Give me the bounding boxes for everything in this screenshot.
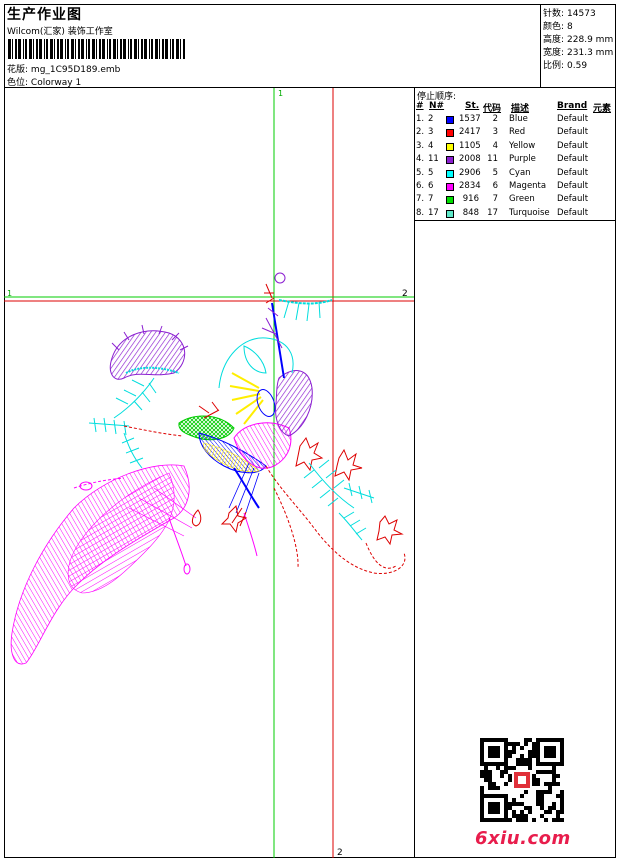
row-desc: Red [509,127,526,138]
design-file-line: 花版: mg_1C95D189.emb [7,62,120,75]
row-brand: Default [557,194,589,205]
row-index: 7. [416,194,425,205]
row-desc: Green [509,194,535,205]
colorway-line: 色位: Colorway 1 [7,75,81,88]
row-index: 8. [416,207,425,218]
row-brand: Default [557,181,589,191]
barcode [8,39,185,59]
design-file-name: mg_1C95D189.emb [30,65,121,75]
colorway-value: Colorway 1 [30,78,82,88]
color-swatch [446,156,454,165]
row-code: 17 [487,207,498,218]
col-header-stitches: St. [465,101,480,111]
guide-label-v1: 1 [278,89,283,98]
row-index: 5. [416,167,425,178]
row-desc: Turquoise [509,207,550,218]
col-header-desc: 描述 [511,104,530,114]
table-row: 5. 5 2906 5 Cyan Default [415,168,616,181]
table-row: 3. 4 1105 4 Yellow Default [415,141,616,154]
table-row: 4. 11 2008 11 Purple Default [415,154,616,167]
row-brand: Default [557,127,589,138]
col-header-element: 元素 [593,104,612,114]
stop-sequence-panel: 停止顺序: # N# St. 代码 描述 Brand 元素 1. 2 1537 2 Bl… [415,88,616,221]
row-code: 11 [487,154,498,165]
row-stitches: 848 [462,207,479,218]
row-brand: Default [557,207,589,218]
row-code: 7 [492,194,498,205]
color-swatch [446,169,454,178]
color-swatch [446,116,454,124]
row-needle: 4 [428,140,434,151]
page-title: 生产作业图 [7,7,82,23]
table-row: 1. 2 1537 2 Blue Default [415,114,616,127]
row-needle: 5 [428,167,434,178]
col-header-brand: Brand [557,101,588,111]
studio-subtitle: Wilcom(汇家) 装饰工作室 [7,27,113,37]
row-desc: Blue [509,114,528,124]
table-row: 6. 6 2834 6 Magenta Default [415,181,616,194]
row-stitches: 916 [462,194,479,205]
stat-scale: 比例: 0.59 [543,61,588,71]
color-swatch [446,142,454,151]
watermark-logo: 6xiu.com [475,828,571,849]
embroidery-design [10,272,406,665]
embroidery-preview[interactable]: 1 2 1 2 [4,88,415,858]
row-index: 6. [416,181,425,191]
stat-height: 高度: 228.9 mm [543,35,614,45]
row-needle: 11 [428,154,439,165]
row-desc: Yellow [509,140,536,151]
stat-colors: 颜色: 8 [543,22,573,32]
guide-label-h1: 1 [7,289,12,298]
row-brand: Default [557,154,589,165]
color-swatch [446,209,454,218]
colorway-label: 色位: [7,78,29,88]
qr-code [480,738,564,822]
row-index: 1. [416,114,425,124]
row-stitches: 2008 [459,154,481,165]
table-row: 7. 7 916 7 Green Default [415,194,616,207]
design-file-label: 花版: [7,65,29,75]
color-swatch [446,196,454,205]
row-brand: Default [557,114,589,124]
row-stitches: 2834 [459,181,481,191]
row-desc: Magenta [509,181,547,191]
table-row: 8. 17 848 17 Turquoise Default [415,208,616,221]
guide-lines: 1 2 1 2 [4,88,414,858]
row-code: 2 [492,114,498,124]
row-desc: Cyan [509,167,531,178]
row-stitches: 2906 [459,167,481,178]
guide-label-v2: 2 [337,848,343,858]
color-swatch [446,183,454,191]
header-left: 生产作业图 Wilcom(汇家) 装饰工作室 花版: mg_1C95D189.e… [4,4,541,88]
row-index: 3. [416,140,425,151]
row-needle: 2 [428,114,434,124]
row-index: 2. [416,127,425,138]
row-code: 3 [492,127,498,138]
stat-stitches: 针数: 14573 [543,9,596,19]
row-needle: 17 [428,207,439,218]
stat-width: 宽度: 231.3 mm [543,48,614,58]
col-header-no: N# [429,101,445,111]
row-code: 4 [492,140,498,151]
row-needle: 6 [428,181,434,191]
row-brand: Default [557,140,589,151]
row-stitches: 1537 [459,114,481,124]
row-desc: Purple [509,154,536,165]
row-index: 4. [416,154,425,165]
row-needle: 7 [428,194,434,205]
row-stitches: 1105 [459,140,481,151]
color-swatch [446,129,454,138]
row-stitches: 2417 [459,127,481,138]
embroidery-canvas: 1 2 1 2 [4,88,414,858]
col-header-index: # [416,101,424,111]
row-code: 5 [492,167,498,178]
row-brand: Default [557,167,589,178]
guide-label-h2: 2 [402,289,408,299]
col-header-code: 代码 [483,104,502,114]
row-code: 6 [492,181,498,191]
stats-panel: 针数: 14573 颜色: 8 高度: 228.9 mm 宽度: 231.3 mm 比例… [541,4,616,88]
table-row: 2. 3 2417 3 Red Default [415,127,616,140]
row-needle: 3 [428,127,434,138]
